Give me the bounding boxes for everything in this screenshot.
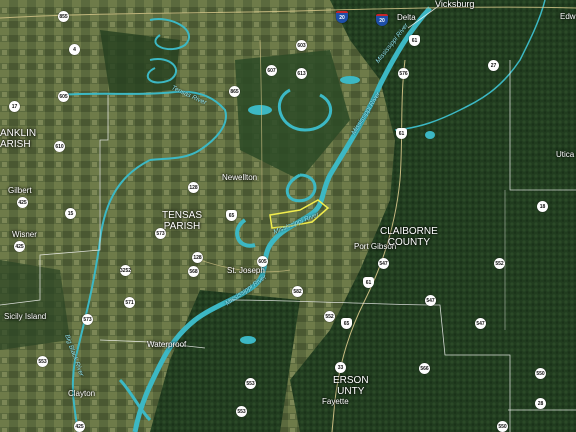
route-shield[interactable]: 573 <box>155 228 166 239</box>
route-shield[interactable]: 128 <box>188 182 199 193</box>
interstate-shield[interactable]: 20 <box>376 14 388 26</box>
route-shield[interactable]: 18 <box>537 201 548 212</box>
lake <box>240 336 256 344</box>
route-shield[interactable]: 610 <box>54 141 65 152</box>
route-shield[interactable]: 550 <box>497 421 508 432</box>
route-shield[interactable]: 61 <box>396 128 407 139</box>
route-shield[interactable]: 566 <box>419 363 430 374</box>
region-label-franklin-parish: ANKLIN ARISH <box>0 128 37 150</box>
route-shield[interactable]: 547 <box>378 258 389 269</box>
lake <box>340 76 360 84</box>
route-shield[interactable]: 65 <box>341 318 352 329</box>
route-shield[interactable]: 607 <box>266 65 277 76</box>
route-shield[interactable]: 855 <box>58 11 69 22</box>
lake <box>248 105 272 115</box>
route-shield[interactable]: 61 <box>409 35 420 46</box>
route-shield[interactable]: 65 <box>226 210 237 221</box>
woodland-patch <box>100 30 180 95</box>
route-shield[interactable]: 28 <box>535 398 546 409</box>
route-shield[interactable]: 603 <box>296 40 307 51</box>
route-shield[interactable]: 865 <box>229 86 240 97</box>
route-shield[interactable]: 571 <box>124 297 135 308</box>
route-shield[interactable]: 553 <box>37 356 48 367</box>
route-shield[interactable]: 573 <box>82 314 93 325</box>
route-shield[interactable]: 582 <box>292 286 303 297</box>
route-shield[interactable]: 128 <box>192 252 203 263</box>
region-label-tensas-parish: TENSAS PARISH <box>162 210 203 232</box>
route-shield[interactable]: 425 <box>14 241 25 252</box>
route-shield[interactable]: 568 <box>188 266 199 277</box>
route-shield[interactable]: 33 <box>335 362 346 373</box>
route-shield[interactable]: 550 <box>535 368 546 379</box>
route-shield[interactable]: 552 <box>324 311 335 322</box>
route-shield[interactable]: 27 <box>488 60 499 71</box>
route-shield[interactable]: 553 <box>236 406 247 417</box>
route-shield[interactable]: 425 <box>17 197 28 208</box>
route-shield[interactable]: 552 <box>494 258 505 269</box>
route-shield[interactable]: 61 <box>363 277 374 288</box>
region-label-claiborne-county: CLAIBORNE COUNTY <box>380 226 438 248</box>
route-shield[interactable]: 553 <box>245 378 256 389</box>
route-shield[interactable]: 613 <box>296 68 307 79</box>
route-shield[interactable]: 425 <box>74 421 85 432</box>
region-label-jefferson-county: ERSON UNTY <box>333 375 369 397</box>
route-shield[interactable]: 4 <box>69 44 80 55</box>
woodland-patch-west <box>0 260 70 350</box>
route-shield[interactable]: 547 <box>425 295 436 306</box>
route-shield[interactable]: 605 <box>257 256 268 267</box>
route-shield[interactable]: 547 <box>475 318 486 329</box>
route-shield[interactable]: 576 <box>398 68 409 79</box>
interstate-shield[interactable]: 20 <box>336 11 348 23</box>
route-shield[interactable]: 15 <box>65 208 76 219</box>
satellite-map[interactable]: Vicksburg Delta Edw Newellton St. Joseph… <box>0 0 576 432</box>
lake <box>425 131 435 139</box>
route-shield[interactable]: 605 <box>58 91 69 102</box>
route-shield[interactable]: 17 <box>9 101 20 112</box>
route-shield[interactable]: 3252 <box>120 265 131 276</box>
